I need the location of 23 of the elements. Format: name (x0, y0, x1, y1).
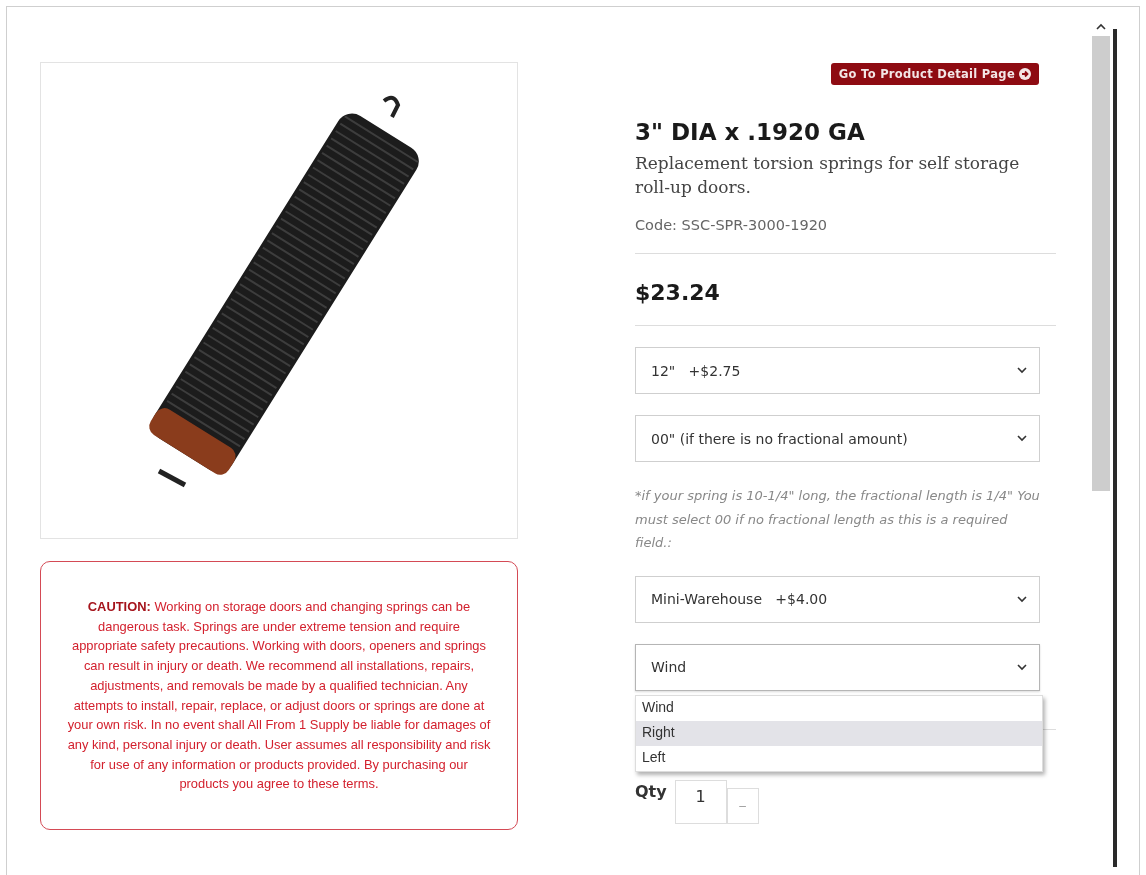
dropdown-option[interactable]: Wind (636, 695, 1042, 721)
chevron-down-icon (1017, 367, 1027, 374)
quantity-field[interactable]: 1 (674, 779, 727, 824)
quantity-label: Qty (635, 781, 667, 801)
fraction-note: *if your spring is 10-1/4" long, the fractional length is 1/4" You must select 00 if no fractional length as this is a required field.: (635, 487, 1040, 552)
option-select[interactable]: 00" (if there is no fractional amount) (635, 415, 1040, 462)
option-select[interactable]: Mini-Warehouse +$4.00 (635, 575, 1040, 623)
detail-page-button[interactable]: Go To Product Detail Page (830, 63, 1039, 85)
dropdown-option[interactable]: Left (636, 745, 1042, 771)
product-price: $23.24 (635, 280, 721, 305)
dropdown-option[interactable]: Right (636, 720, 1042, 746)
scrollbar-thumb[interactable] (1092, 36, 1110, 491)
arrow-circle-icon (1019, 68, 1031, 80)
product-title: 3" DIA x .1920 GA (635, 119, 866, 145)
product-description: Replacement torsion springs for self storage roll-up doors. (635, 152, 1021, 199)
product-code: Code: SSC-SPR-3000-1920 (635, 217, 829, 233)
option-select[interactable]: 12" +$2.75 (635, 347, 1040, 394)
chevron-down-icon (1017, 595, 1027, 603)
scroll-up-icon[interactable] (1096, 23, 1106, 30)
chevron-down-icon (1017, 435, 1027, 442)
chevron-down-icon (1017, 663, 1027, 671)
caution-text: CAUTION: Working on storage doors and changing springs can be dangerous task. Springs are under extreme tension and require appropriate safety precautions. Working with doors, openers and springs can result in injury or death. We recommend all installations, repairs, adjustments, and removals be made by a qualified technician. Any attempts to install, repair, replace, or adjust doors or springs are done at your own risk. In no event shall All From 1 Supply be liable for damages of any kind, personal injury or death. User assumes all responsibility and risk for use of any information or products provided. By purchasing our products you agree to these terms. (67, 598, 491, 794)
option-select[interactable]: Wind (635, 643, 1040, 691)
